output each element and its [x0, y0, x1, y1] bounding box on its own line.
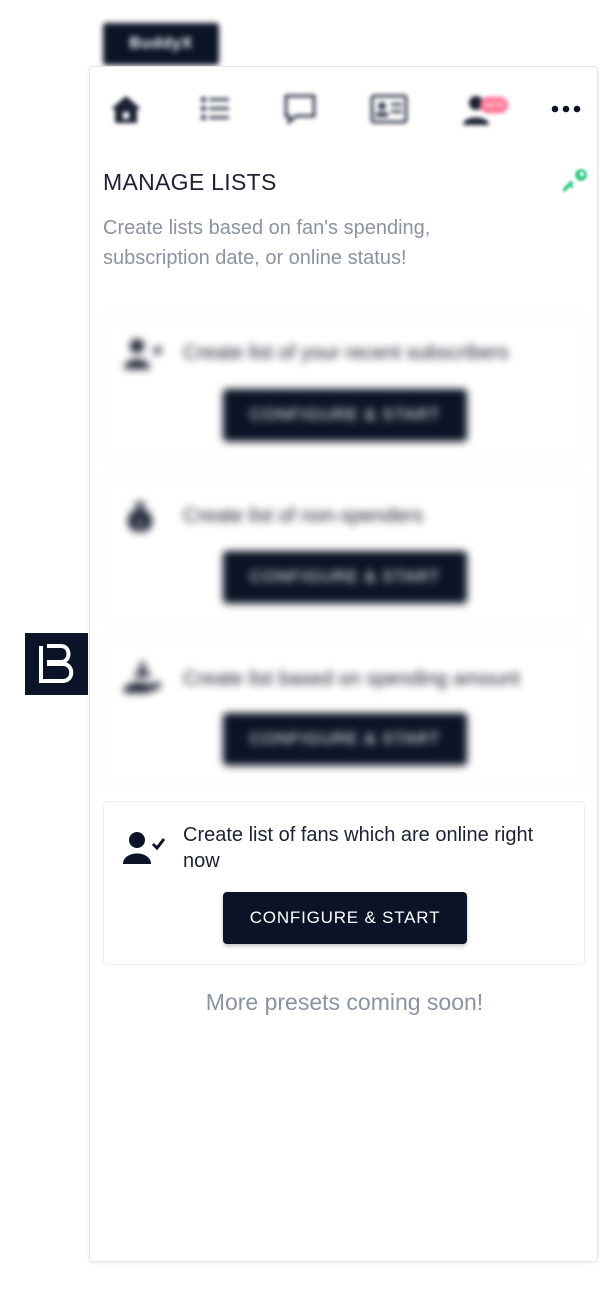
hand-coin-icon [124, 662, 160, 693]
page-subtitle: Create lists based on fan's spending, su… [103, 217, 431, 269]
preset-text: Create list based on spending amount [183, 668, 520, 690]
title-row: MANAGE LISTS [103, 167, 589, 201]
nav-home[interactable] [102, 85, 150, 133]
preset-text: Create list of fans which are online rig… [183, 824, 534, 872]
list-icon [201, 97, 229, 120]
page-title: MANAGE LISTS [103, 169, 277, 195]
top-navbar: NEW [90, 67, 597, 153]
brand-name: BuddyX [129, 35, 193, 52]
extension-panel: NEW MANAGE LISTS Create lists based on f… [89, 66, 598, 1262]
home-icon [111, 96, 141, 123]
contact-card-icon [370, 94, 408, 124]
b-logo-icon [39, 644, 74, 683]
preset-text: Create list of your recent subscribers [183, 342, 509, 364]
more-menu-button[interactable] [542, 85, 590, 133]
new-badge: NEW [480, 97, 508, 113]
svg-text:$: $ [136, 516, 144, 530]
user-check-icon [123, 832, 166, 864]
configure-start-button[interactable]: CONFIGURE & START [223, 551, 467, 603]
brand-tag: BuddyX [103, 23, 219, 65]
configure-start-button[interactable]: CONFIGURE & START [223, 892, 467, 944]
nav-contacts[interactable] [365, 85, 413, 133]
preset-card-online-fans: Create list of fans which are online rig… [103, 801, 585, 965]
user-plus-icon [124, 339, 162, 369]
preset-card-spending-amount: Create list based on spending amount CON… [103, 639, 585, 785]
extension-stage: BuddyX NEW MANAGE LISTS Create lists bas… [0, 0, 600, 1302]
preset-card-non-spenders: $ Create list of non-spenders CONFIGURE … [103, 477, 585, 623]
preset-text: Create list of non-spenders [183, 505, 424, 527]
configure-start-button[interactable]: CONFIGURE & START [223, 713, 467, 765]
nav-fans[interactable]: NEW [454, 85, 508, 133]
chat-icon [284, 94, 316, 126]
more-dots-icon [551, 105, 581, 113]
preset-card-recent-subscribers: Create list of your recent subscribers C… [103, 316, 585, 462]
nav-lists[interactable] [191, 85, 239, 133]
coming-soon-note: More presets coming soon! [205, 989, 484, 1015]
money-bag-icon: $ [127, 502, 153, 532]
nav-messages[interactable] [276, 85, 324, 133]
floating-logo-button[interactable] [25, 633, 88, 695]
configure-start-button[interactable]: CONFIGURE & START [223, 389, 467, 441]
key-icon[interactable] [563, 167, 589, 193]
